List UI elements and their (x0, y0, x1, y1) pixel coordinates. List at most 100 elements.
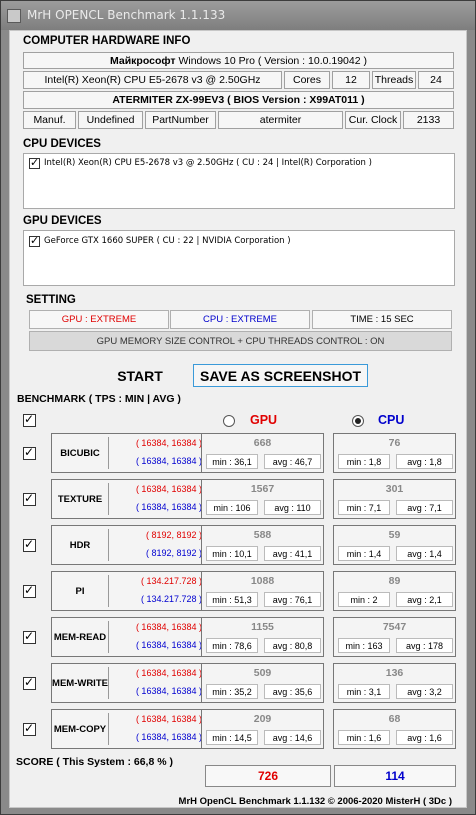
cores-label: Cores (284, 71, 330, 89)
row-checkbox[interactable] (23, 721, 36, 736)
manuf-value: Undefined (78, 111, 143, 129)
cpu-tps-score: 136 (385, 667, 404, 679)
divider (108, 529, 109, 561)
cpu-devices-title: CPU DEVICES (23, 138, 101, 150)
cpu-min-value: min : 7,1 (338, 500, 390, 515)
row-checkbox[interactable] (23, 629, 36, 644)
gpu-dimension: ( 16384, 16384 ) (135, 668, 202, 678)
cpu-avg-value: avg : 1,6 (396, 730, 453, 745)
cpu-dimension: ( 16384, 16384 ) (135, 686, 202, 696)
gpu-avg-value: avg : 14,6 (264, 730, 321, 745)
memory-control-setting[interactable]: GPU MEMORY SIZE CONTROL + CPU THREADS CO… (29, 331, 452, 351)
hardware-section-title: COMPUTER HARDWARE INFO (23, 35, 191, 47)
gpu-min-value: min : 35,2 (206, 684, 258, 699)
gpu-device-label: GeForce GTX 1660 SUPER ( CU : 22 | NVIDI… (44, 236, 291, 246)
test-name-box: HDR ( 8192, 8192 ) ( 8192, 8192 ) (51, 525, 208, 565)
test-name-box: PI ( 134.217.728 ) ( 134.217.728 ) (51, 571, 208, 611)
cpu-dimension: ( 16384, 16384 ) (135, 732, 202, 742)
cpu-device-list[interactable]: Intel(R) Xeon(R) CPU E5-2678 v3 @ 2.50GH… (23, 153, 455, 209)
cpu-tps-score: 89 (388, 575, 401, 587)
threads-label: Threads (372, 71, 416, 89)
cpu-avg-value: avg : 3,2 (396, 684, 453, 699)
row-checkbox[interactable] (23, 491, 36, 506)
gpu-result-box: 509 min : 35,2 avg : 35,6 (201, 663, 324, 703)
app-window: MrH OPENCL Benchmark 1.1.133 COMPUTER HA… (0, 0, 476, 815)
cpu-min-value: min : 1,6 (338, 730, 390, 745)
partnumber-label: PartNumber (145, 111, 216, 129)
gpu-score: 726 (205, 765, 331, 787)
test-name: BICUBIC (60, 447, 100, 459)
board-info: ATERMITER ZX-99EV3 ( BIOS Version : X99A… (23, 91, 454, 109)
gpu-avg-value: avg : 110 (264, 500, 321, 515)
test-name: MEM-READ (53, 631, 107, 643)
row-checkbox[interactable] (23, 537, 36, 552)
row-checkbox[interactable] (23, 583, 36, 598)
gpu-avg-value: avg : 80,8 (264, 638, 321, 653)
cores-value: 12 (332, 71, 370, 89)
gpu-devices-title: GPU DEVICES (23, 215, 102, 227)
gpu-result-box: 1155 min : 78,6 avg : 80,8 (201, 617, 324, 657)
clock-label: Cur. Clock (345, 111, 401, 129)
time-setting[interactable]: TIME : 15 SEC (312, 310, 452, 329)
cpu-avg-value: avg : 178 (396, 638, 453, 653)
cpu-column-label: CPU (378, 413, 405, 427)
cpu-result-box: 76 min : 1,8 avg : 1,8 (333, 433, 456, 473)
divider (108, 483, 109, 515)
cpu-result-box: 59 min : 1,4 avg : 1,4 (333, 525, 456, 565)
gpu-result-box: 668 min : 36,1 avg : 46,7 (201, 433, 324, 473)
test-name-box: MEM-WRITE ( 16384, 16384 ) ( 16384, 16384 … (51, 663, 208, 703)
row-checkbox[interactable] (23, 445, 36, 460)
gpu-avg-value: avg : 35,6 (264, 684, 321, 699)
gpu-result-box: 209 min : 14,5 avg : 14,6 (201, 709, 324, 749)
gpu-tps-score: 1088 (250, 575, 275, 587)
gpu-dimension: ( 8192, 8192 ) (145, 530, 202, 540)
gpu-dimension: ( 16384, 16384 ) (135, 484, 202, 494)
cpu-mode-setting[interactable]: CPU : EXTREME (170, 310, 310, 329)
divider (108, 667, 109, 699)
cpu-min-value: min : 3,1 (338, 684, 390, 699)
cpu-min-value: min : 1,4 (338, 546, 390, 561)
divider (108, 713, 109, 745)
cpu-name: Intel(R) Xeon(R) CPU E5-2678 v3 @ 2.50GH… (23, 71, 282, 89)
test-name: PI (75, 585, 85, 597)
clock-value: 2133 (403, 111, 454, 129)
gpu-device-list[interactable]: GeForce GTX 1660 SUPER ( CU : 22 | NVIDI… (23, 230, 455, 286)
cpu-avg-value: avg : 2,1 (396, 592, 453, 607)
benchmark-title: BENCHMARK ( TPS : MIN | AVG ) (17, 393, 181, 405)
title-bar[interactable]: MrH OPENCL Benchmark 1.1.133 (1, 1, 475, 30)
gpu-device-checkbox[interactable] (29, 234, 40, 247)
partnumber-value: atermiter (218, 111, 343, 129)
divider (108, 621, 109, 653)
gpu-dimension: ( 16384, 16384 ) (135, 714, 202, 724)
save-screenshot-button[interactable]: SAVE AS SCREENSHOT (193, 364, 368, 387)
test-name-box: BICUBIC ( 16384, 16384 ) ( 16384, 16384 ) (51, 433, 208, 473)
gpu-radio[interactable] (223, 415, 235, 427)
cpu-avg-value: avg : 1,8 (396, 454, 453, 469)
os-vendor: Майкрософт (109, 54, 176, 67)
gpu-tps-score: 509 (253, 667, 272, 679)
gpu-tps-score: 1567 (250, 483, 275, 495)
cpu-result-box: 68 min : 1,6 avg : 1,6 (333, 709, 456, 749)
cpu-avg-value: avg : 1,4 (396, 546, 453, 561)
gpu-avg-value: avg : 46,7 (264, 454, 321, 469)
gpu-dimension: ( 16384, 16384 ) (135, 438, 202, 448)
gpu-tps-score: 668 (253, 437, 272, 449)
cpu-device-checkbox[interactable] (29, 156, 40, 169)
main-panel: COMPUTER HARDWARE INFO Майкрософт Window… (9, 30, 467, 808)
start-button[interactable]: START (97, 364, 183, 387)
gpu-tps-score: 588 (253, 529, 272, 541)
gpu-mode-setting[interactable]: GPU : EXTREME (29, 310, 169, 329)
app-icon (7, 9, 21, 23)
cpu-radio[interactable] (352, 415, 364, 427)
test-name-box: MEM-READ ( 16384, 16384 ) ( 16384, 16384 ) (51, 617, 208, 657)
gpu-min-value: min : 36,1 (206, 454, 258, 469)
cpu-result-box: 7547 min : 163 avg : 178 (333, 617, 456, 657)
row-checkbox[interactable] (23, 675, 36, 690)
os-name: Windows 10 Pro ( Version : 10.0.19042 ) (178, 54, 367, 67)
gpu-dimension: ( 16384, 16384 ) (135, 622, 202, 632)
test-name: HDR (69, 539, 91, 551)
test-name-box: TEXTURE ( 16384, 16384 ) ( 16384, 16384 ) (51, 479, 208, 519)
gpu-dimension: ( 134.217.728 ) (140, 576, 202, 586)
select-all-checkbox[interactable] (23, 412, 36, 427)
manuf-label: Manuf. (23, 111, 76, 129)
